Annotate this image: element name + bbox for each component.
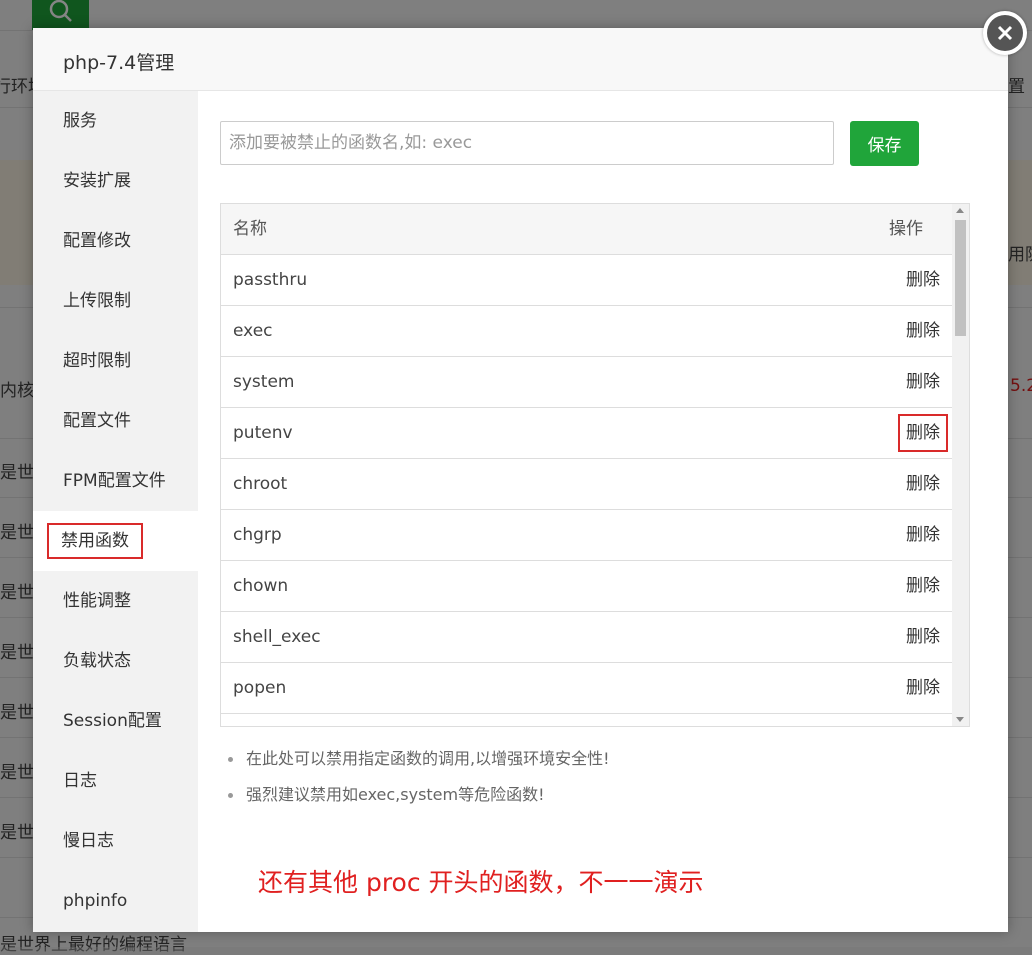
tips-list: 在此处可以禁用指定函数的调用,以增强环境安全性! 强烈建议禁用如exec,sys… [224, 741, 610, 813]
close-button[interactable] [983, 11, 1027, 55]
delete-button[interactable]: 删除 [906, 255, 940, 305]
scroll-thumb[interactable] [955, 220, 966, 336]
sidebar-item-label: 服务 [63, 111, 97, 131]
sidebar-item-label: 负载状态 [63, 651, 131, 671]
annotation-note: 还有其他 proc 开头的函数，不一一演示 [258, 868, 704, 897]
function-name: chown [233, 576, 289, 596]
function-name: shell_exec [233, 627, 321, 647]
sidebar-item-config-file[interactable]: 配置文件 [33, 391, 198, 451]
sidebar-item-fpm-config[interactable]: FPM配置文件 [33, 451, 198, 511]
sidebar-item-config-edit[interactable]: 配置修改 [33, 211, 198, 271]
delete-button[interactable]: 删除 [906, 357, 940, 407]
sidebar-item-session-config[interactable]: Session配置 [33, 691, 198, 751]
sidebar-item-install-extension[interactable]: 安装扩展 [33, 151, 198, 211]
function-name: exec [233, 321, 273, 341]
sidebar-item-performance[interactable]: 性能调整 [33, 571, 198, 631]
sidebar-item-service[interactable]: 服务 [33, 91, 198, 151]
function-name: putenv [233, 423, 293, 443]
tip-item: 在此处可以禁用指定函数的调用,以增强环境安全性! [224, 741, 610, 777]
sidebar-item-label: 慢日志 [63, 831, 114, 851]
sidebar-item-load-status[interactable]: 负载状态 [33, 631, 198, 691]
function-name: chgrp [233, 525, 282, 545]
table-scrollbar[interactable] [952, 204, 969, 726]
close-icon [997, 25, 1013, 41]
function-name: chroot [233, 474, 288, 494]
function-name-input[interactable] [220, 121, 834, 165]
delete-button[interactable]: 删除 [906, 561, 940, 611]
sidebar-item-label: 配置文件 [63, 411, 131, 431]
sidebar-item-label: FPM配置文件 [63, 471, 166, 491]
table-row: chown 删除 [221, 561, 952, 612]
sidebar-item-label: 禁用函数 [47, 523, 143, 559]
tip-item: 强烈建议禁用如exec,system等危险函数! [224, 777, 610, 813]
sidebar-item-label: 配置修改 [63, 231, 131, 251]
scroll-down-arrow-icon[interactable] [956, 717, 964, 722]
sidebar-item-label: 超时限制 [63, 351, 131, 371]
table-row: popen 删除 [221, 663, 952, 714]
table-row: exec 删除 [221, 306, 952, 357]
sidebar-item-upload-limit[interactable]: 上传限制 [33, 271, 198, 331]
sidebar-item-label: 上传限制 [63, 291, 131, 311]
table-row: system 删除 [221, 357, 952, 408]
disabled-functions-table: 名称 操作 passthru 删除 exec 删除 system 删除 pute… [220, 203, 970, 727]
table-row: putenv 删除 [221, 408, 952, 459]
sidebar-item-timeout-limit[interactable]: 超时限制 [33, 331, 198, 391]
sidebar-item-disabled-functions[interactable]: 禁用函数 [33, 511, 198, 571]
dialog-title: php-7.4管理 [63, 52, 175, 74]
sidebar-item-label: 安装扩展 [63, 171, 131, 191]
dialog-header: php-7.4管理 [33, 28, 1008, 91]
sidebar-item-label: phpinfo [63, 891, 128, 911]
table-row: shell_exec 删除 [221, 612, 952, 663]
sidebar-item-label: 性能调整 [63, 591, 131, 611]
table-row: chgrp 删除 [221, 510, 952, 561]
function-name: popen [233, 678, 287, 698]
save-button[interactable]: 保存 [850, 121, 919, 166]
php-manager-dialog: php-7.4管理 服务 安装扩展 配置修改 上传限制 超时限制 配置文件 FP… [33, 28, 1008, 932]
sidebar-item-slow-log[interactable]: 慢日志 [33, 811, 198, 871]
scroll-up-arrow-icon[interactable] [956, 208, 964, 213]
sidebar-item-label: 日志 [63, 771, 97, 791]
sidebar: 服务 安装扩展 配置修改 上传限制 超时限制 配置文件 FPM配置文件 禁用函数… [33, 91, 198, 932]
table-row: passthru 删除 [221, 255, 952, 306]
delete-button[interactable]: 删除 [906, 612, 940, 662]
function-name: passthru [233, 270, 308, 290]
delete-button[interactable]: 删除 [906, 510, 940, 560]
delete-button[interactable]: 删除 [906, 306, 940, 356]
table-header: 名称 操作 [221, 204, 952, 255]
delete-button-highlighted[interactable]: 删除 [898, 414, 948, 452]
disabled-functions-panel: 保存 名称 操作 passthru 删除 exec 删除 system 删除 p… [199, 91, 1008, 932]
sidebar-item-label: Session配置 [63, 711, 162, 731]
column-header-action: 操作 [889, 219, 923, 239]
sidebar-item-log[interactable]: 日志 [33, 751, 198, 811]
close-button-circle [987, 15, 1023, 51]
column-header-name: 名称 [233, 219, 267, 239]
table-row: chroot 删除 [221, 459, 952, 510]
delete-button[interactable]: 删除 [906, 459, 940, 509]
sidebar-item-phpinfo[interactable]: phpinfo [33, 871, 198, 931]
function-name: system [233, 372, 295, 392]
delete-button[interactable]: 删除 [906, 663, 940, 713]
